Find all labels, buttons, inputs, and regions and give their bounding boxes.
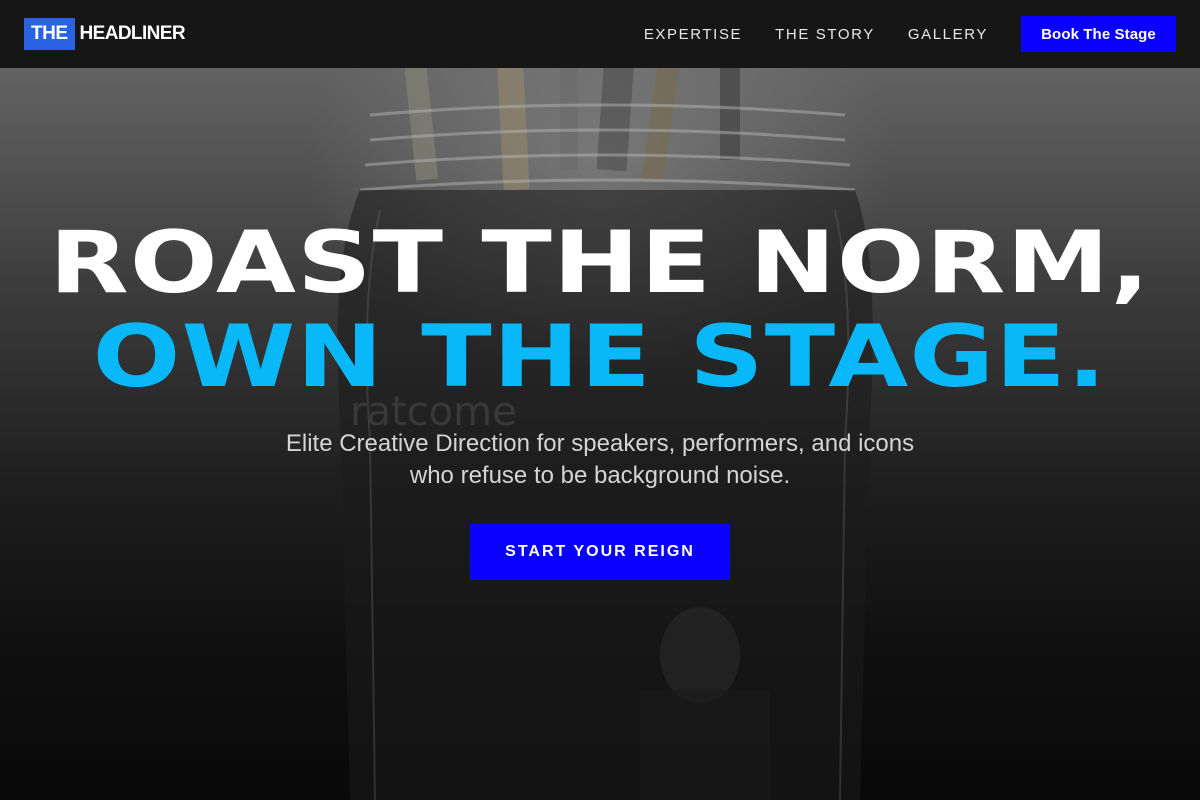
brand-logo[interactable]: THE HEADLINER (24, 18, 186, 50)
logo-the-badge: THE (24, 18, 75, 50)
page: ratcome THE HEADLINER EXPERTISE THE STOR… (0, 0, 1200, 800)
nav-menu: EXPERTISE THE STORY GALLERY Book The Sta… (644, 16, 1176, 52)
hero-subtitle-line-1: Elite Creative Direction for speakers, p… (285, 430, 915, 457)
nav-link-the-story[interactable]: THE STORY (775, 26, 875, 43)
nav-link-expertise[interactable]: EXPERTISE (644, 26, 742, 43)
hero-subtitle-line-2: who refuse to be background noise. (409, 462, 791, 489)
logo-wordmark: HEADLINER (79, 23, 186, 44)
hero-section: ROAST THE NORM, OWN THE STAGE. Elite Cre… (0, 68, 1200, 800)
book-the-stage-button[interactable]: Book The Stage (1021, 16, 1176, 52)
hero-headline-line-2: OWN THE STAGE. (92, 307, 1108, 407)
hero-headline-line-1: ROAST THE NORM, (49, 213, 1151, 313)
hero-subtitle: Elite Creative Direction for speakers, p… (0, 428, 1200, 492)
nav-link-gallery[interactable]: GALLERY (908, 26, 988, 43)
start-your-reign-button[interactable]: START YOUR REIGN (470, 524, 730, 580)
top-navigation: THE HEADLINER EXPERTISE THE STORY GALLER… (0, 0, 1200, 68)
